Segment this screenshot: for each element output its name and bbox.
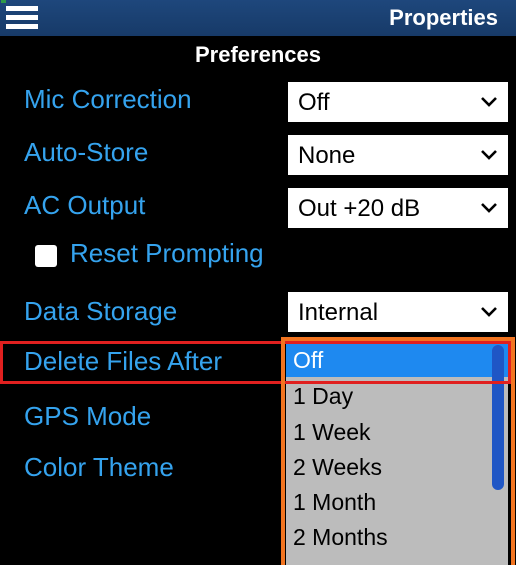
chevron-down-icon: [481, 307, 497, 317]
dropdown-option[interactable]: 1 Month: [286, 486, 508, 521]
dropdown-option[interactable]: 2 Weeks: [286, 451, 508, 486]
dropdown-option[interactable]: 1 Day: [286, 381, 508, 416]
reset-prompting-label[interactable]: Reset Prompting: [70, 238, 264, 269]
status-indicator: [1, 0, 6, 3]
auto-store-select[interactable]: None: [288, 135, 508, 175]
ac-output-value: Out +20 dB: [298, 195, 421, 222]
dropdown-option[interactable]: 2 Months: [286, 521, 508, 556]
dropdown-scrollbar[interactable]: [492, 345, 504, 490]
properties-screen: Properties Preferences Mic Correction Of…: [0, 0, 516, 565]
mic-correction-label: Mic Correction: [24, 84, 192, 114]
dropdown-option[interactable]: 1 Week: [286, 416, 508, 451]
gps-mode-label: GPS Mode: [24, 401, 152, 431]
chevron-down-icon: [481, 97, 497, 107]
header-bar: Properties: [0, 0, 516, 36]
mic-correction-value: Off: [298, 89, 330, 116]
chevron-down-icon: [481, 150, 497, 160]
dropdown-option-partial[interactable]: [286, 556, 508, 565]
delete-files-after-label: Delete Files After: [24, 346, 222, 376]
hamburger-menu-icon[interactable]: [6, 6, 38, 30]
ac-output-label: AC Output: [24, 190, 146, 220]
page-title: Properties: [389, 5, 498, 30]
ac-output-select[interactable]: Out +20 dB: [288, 188, 508, 228]
mic-correction-select[interactable]: Off: [288, 82, 508, 122]
color-theme-label: Color Theme: [24, 452, 174, 482]
dropdown-option[interactable]: Off: [286, 342, 508, 377]
delete-files-after-dropdown[interactable]: Off 1 Day 1 Week 2 Weeks 1 Month 2 Month…: [286, 342, 508, 565]
data-storage-label: Data Storage: [24, 296, 178, 326]
auto-store-label: Auto-Store: [24, 137, 149, 167]
auto-store-value: None: [298, 142, 356, 169]
data-storage-value: Internal: [298, 299, 379, 326]
reset-prompting-checkbox[interactable]: [35, 245, 57, 267]
data-storage-select[interactable]: Internal: [288, 292, 508, 332]
chevron-down-icon: [481, 203, 497, 213]
section-title: Preferences: [195, 42, 321, 67]
